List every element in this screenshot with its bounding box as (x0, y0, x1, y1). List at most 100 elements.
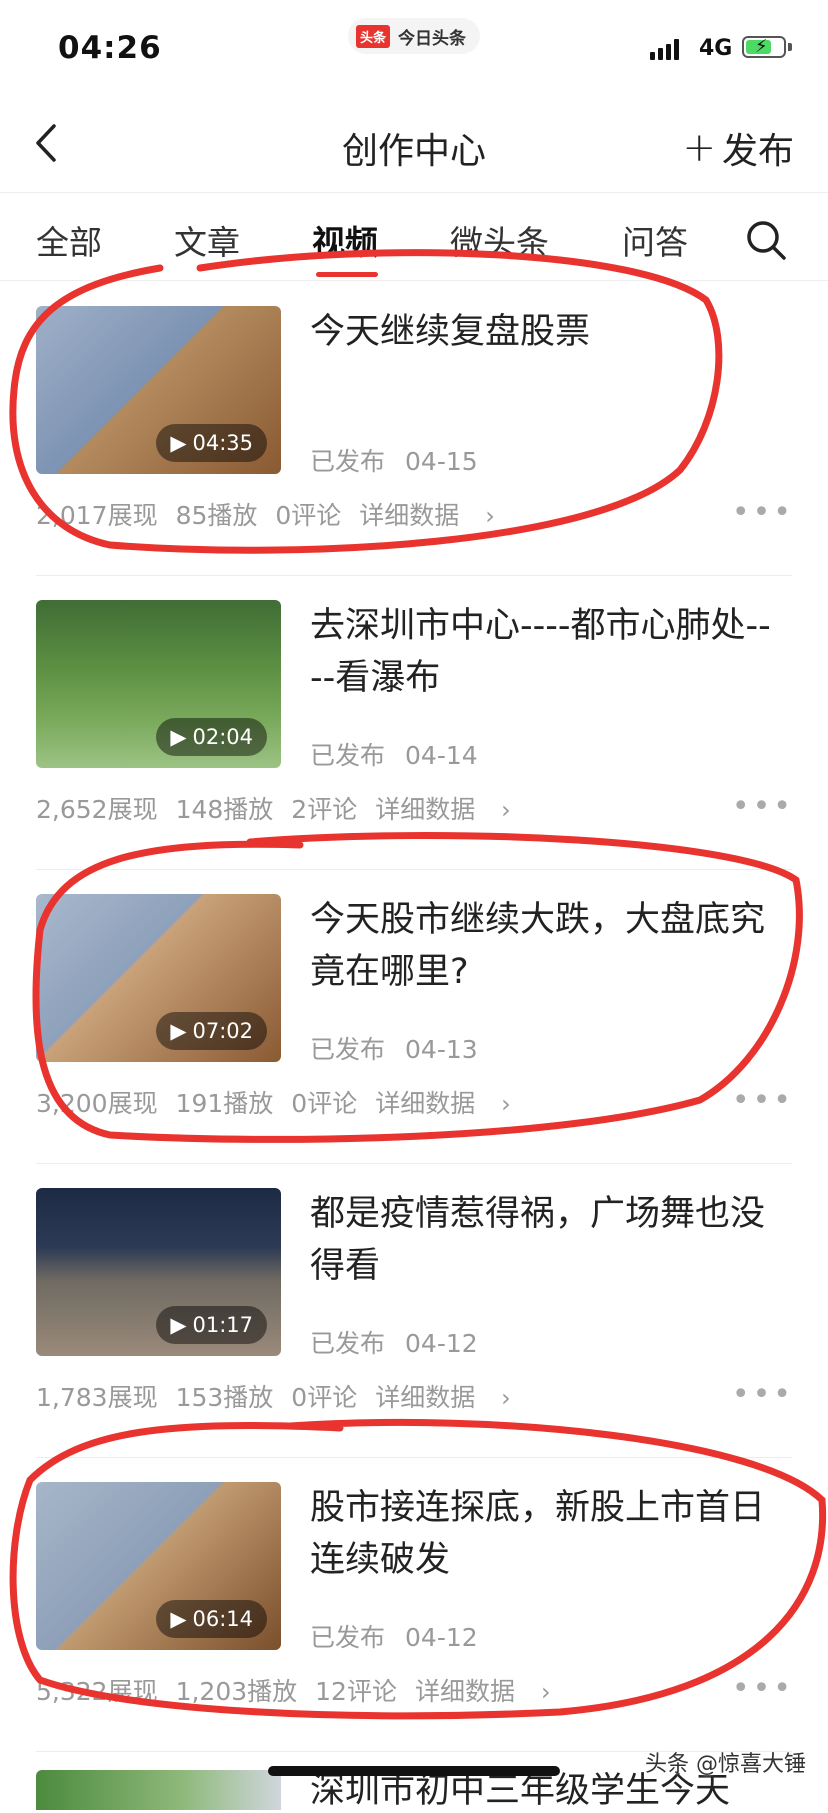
network-type: 4G (699, 36, 733, 61)
publish-status: 已发布 04-12 (310, 1324, 478, 1360)
video-list-item[interactable]: ▶ 02:04 去深圳市中心----都市心肺处----看瀑布 已发布 04-14 2… (0, 576, 828, 870)
detail-label: 详细数据 (375, 1089, 476, 1118)
tab-articles[interactable]: 文章 (174, 216, 240, 264)
comments: 0评论 (291, 1383, 358, 1412)
status-text: 已发布 (310, 1035, 386, 1064)
detail-data-link[interactable]: 详细数据 › (415, 1677, 569, 1706)
app-name: 今日头条 (398, 28, 467, 49)
video-list-item[interactable]: ▶ 01:17 都是疫情惹得祸，广场舞也没得看 已发布 04-12 1,783展现 1… (0, 1164, 828, 1458)
more-icon[interactable]: ••• (732, 792, 794, 822)
tab-qa[interactable]: 问答 (622, 216, 688, 264)
chevron-right-icon: › (540, 1678, 551, 1706)
video-thumbnail[interactable]: ▶ 02:04 (36, 600, 281, 768)
home-indicator[interactable] (268, 1766, 560, 1776)
video-title[interactable]: 都是疫情惹得祸，广场舞也没得看 (310, 1188, 780, 1292)
charging-icon: ⚡ (755, 36, 768, 57)
status-text: 已发布 (310, 447, 386, 476)
video-stats: 2,652展现 148播放 2评论 详细数据 › (36, 790, 547, 826)
play-icon: ▶ (170, 1313, 187, 1337)
search-icon (747, 221, 786, 260)
video-title[interactable]: 今天继续复盘股票 (310, 306, 780, 358)
video-thumbnail[interactable]: ▶ 01:17 (36, 1188, 281, 1356)
video-list-item[interactable]: ▶ 04:35 今天继续复盘股票 已发布 04-15 2,017展现 85播放 0评论详… (0, 282, 828, 576)
plays: 1,203播放 (175, 1677, 298, 1706)
more-icon[interactable]: ••• (732, 1086, 794, 1116)
video-thumbnail[interactable]: ▶ 04:35 (36, 306, 281, 474)
detail-data-link[interactable]: 详细数据 › (375, 1383, 529, 1412)
status-text: 已发布 (310, 1329, 386, 1358)
duration-text: 01:17 (192, 1313, 253, 1337)
duration-badge: ▶ 04:35 (156, 424, 267, 462)
plus-icon: + (682, 125, 716, 171)
comments: 0评论 (291, 1089, 358, 1118)
tab-videos[interactable]: 视频 (312, 216, 378, 264)
publish-status: 已发布 04-14 (310, 736, 478, 772)
duration-badge: ▶ 02:04 (156, 718, 267, 756)
video-stats: 3,200展现 191播放 0评论 详细数据 › (36, 1084, 547, 1120)
plays: 148播放 (175, 795, 274, 824)
detail-label: 详细数据 (359, 501, 460, 530)
video-thumbnail[interactable]: ▶ 06:14 (36, 1482, 281, 1650)
chevron-right-icon: › (501, 1384, 511, 1412)
video-title[interactable]: 去深圳市中心----都市心肺处----看瀑布 (310, 600, 780, 704)
video-stats: 1,783展现 153播放 0评论 详细数据 › (36, 1378, 547, 1414)
detail-data-link[interactable]: 详细数据 › (359, 501, 513, 530)
video-stats: 2,017展现 85播放 0评论 详细数据 › (36, 496, 531, 532)
duration-badge: ▶ 06:14 (156, 1600, 267, 1638)
detail-label: 详细数据 (414, 1677, 515, 1706)
duration-text: 04:35 (192, 431, 253, 455)
app-indicator-pill[interactable]: 头条 今日头条 (348, 18, 481, 54)
comments: 2评论 (291, 795, 358, 824)
chevron-right-icon: › (485, 502, 495, 530)
publish-button[interactable]: + 发布 (682, 122, 794, 174)
impressions: 1,783展现 (36, 1383, 158, 1412)
duration-text: 06:14 (192, 1607, 253, 1631)
chevron-right-icon: › (501, 796, 511, 824)
duration-text: 02:04 (192, 725, 253, 749)
status-text: 已发布 (310, 741, 386, 770)
impressions: 5,322展现 (36, 1677, 158, 1706)
video-list-item[interactable]: ▶ 07:02 今天股市继续大跌，大盘底究竟在哪里? 已发布 04-13 3,200… (0, 870, 828, 1164)
video-stats: 5,322展现 1,203播放 12评论 详细数据 › (36, 1672, 587, 1708)
signal-icon (650, 38, 679, 60)
nav-bar: 创作中心 + 发布 (0, 96, 828, 193)
play-icon: ▶ (170, 431, 187, 455)
status-bar: 04:26 头条 今日头条 4G ⚡ (0, 0, 828, 96)
detail-data-link[interactable]: 详细数据 › (375, 795, 529, 824)
video-thumbnail[interactable]: ▶ 07:02 (36, 894, 281, 1062)
publish-date: 04-12 (405, 1623, 478, 1652)
publish-status: 已发布 04-12 (310, 1618, 478, 1654)
status-text: 已发布 (310, 1623, 386, 1652)
plays: 191播放 (175, 1089, 274, 1118)
publish-date: 04-12 (405, 1329, 478, 1358)
chevron-right-icon: › (501, 1090, 511, 1118)
video-title[interactable]: 股市接连探底，新股上市首日连续破发 (310, 1482, 780, 1586)
detail-label: 详细数据 (375, 1383, 476, 1412)
search-button[interactable] (744, 218, 788, 262)
publish-date: 04-14 (405, 741, 478, 770)
publish-label: 发布 (721, 131, 794, 172)
publish-date: 04-13 (405, 1035, 478, 1064)
comments: 12评论 (315, 1677, 397, 1706)
play-icon: ▶ (170, 1019, 187, 1043)
video-title[interactable]: 今天股市继续大跌，大盘底究竟在哪里? (310, 894, 780, 998)
publish-status: 已发布 04-13 (310, 1030, 478, 1066)
impressions: 2,652展现 (36, 795, 158, 824)
impressions: 2,017展现 (36, 501, 158, 530)
video-thumbnail[interactable] (36, 1770, 281, 1810)
duration-text: 07:02 (192, 1019, 253, 1043)
impressions: 3,200展现 (36, 1089, 158, 1118)
publish-date: 04-15 (405, 447, 478, 476)
tab-all[interactable]: 全部 (36, 216, 102, 264)
plays: 153播放 (175, 1383, 274, 1412)
detail-data-link[interactable]: 详细数据 › (375, 1089, 529, 1118)
more-icon[interactable]: ••• (732, 498, 794, 528)
comments: 0评论 (275, 501, 342, 530)
duration-badge: ▶ 07:02 (156, 1012, 267, 1050)
more-icon[interactable]: ••• (732, 1380, 794, 1410)
tab-micro-posts[interactable]: 微头条 (450, 216, 549, 264)
plays: 85播放 (175, 501, 258, 530)
active-tab-indicator (316, 272, 378, 277)
video-list-item[interactable]: ▶ 06:14 股市接连探底，新股上市首日连续破发 已发布 04-12 5,322展… (0, 1458, 828, 1752)
more-icon[interactable]: ••• (732, 1674, 794, 1704)
